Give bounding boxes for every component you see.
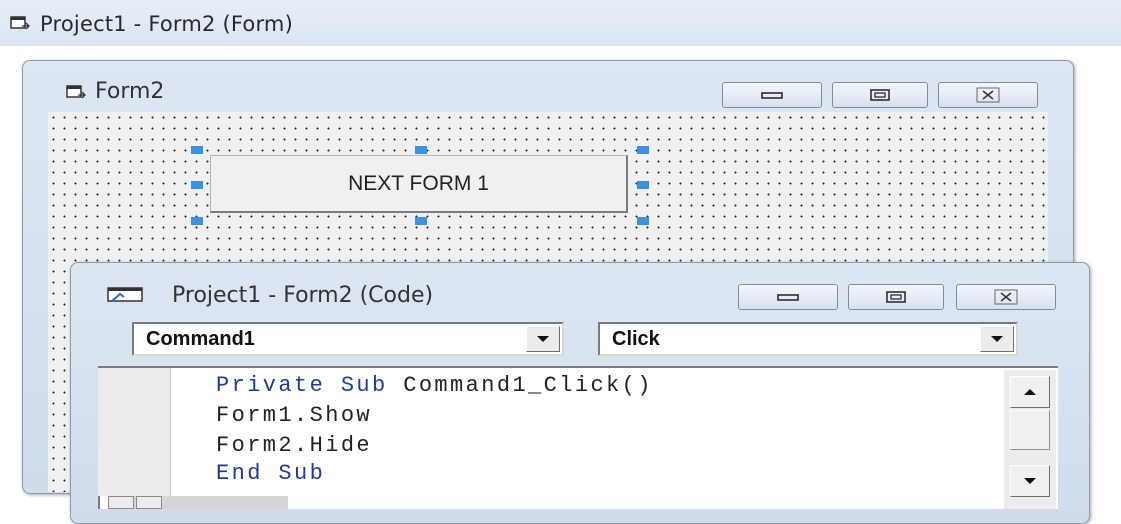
- code-keyword: Private Sub: [216, 373, 388, 398]
- code-maximize-button[interactable]: [848, 284, 944, 310]
- maximize-icon: [870, 89, 890, 101]
- form-maximize-button[interactable]: [832, 82, 928, 108]
- selection-handle[interactable]: [637, 217, 649, 225]
- selection-handle[interactable]: [637, 146, 649, 154]
- code-text: Command1_Click(): [387, 373, 653, 398]
- close-icon: [976, 87, 1000, 103]
- form-minimize-button[interactable]: [722, 82, 822, 108]
- scroll-up-icon: [1024, 389, 1036, 395]
- object-combo[interactable]: Command1: [132, 322, 564, 356]
- ide-window-title: Project1 - Form2 (Form): [40, 12, 293, 36]
- code-minimize-button[interactable]: [738, 284, 838, 310]
- minimize-icon: [777, 294, 799, 301]
- form-icon: [66, 84, 86, 99]
- full-module-view-button[interactable]: [136, 496, 162, 509]
- selection-handle[interactable]: [415, 217, 427, 225]
- form-window-title: Form2: [95, 79, 165, 104]
- ide-title-bar: Project1 - Form2 (Form): [0, 0, 1121, 46]
- code-line[interactable]: Form2.Hide: [216, 433, 372, 458]
- minimize-icon: [761, 92, 783, 99]
- code-keyword: End Sub: [216, 461, 326, 486]
- code-text: Form1.Show: [216, 403, 373, 428]
- dropdown-arrow-icon: [537, 336, 549, 342]
- code-window-title: Project1 - Form2 (Code): [172, 283, 434, 308]
- vertical-scrollbar[interactable]: [1004, 370, 1056, 509]
- procedure-combo-value: Click: [612, 328, 660, 350]
- code-margin: [98, 368, 171, 496]
- selection-handle[interactable]: [637, 181, 649, 189]
- scroll-thumb[interactable]: [1010, 410, 1050, 450]
- object-dropdown-button[interactable]: [526, 326, 560, 352]
- procedure-combo[interactable]: Click: [598, 322, 1018, 356]
- code-line[interactable]: Private Sub Command1_Click(): [216, 373, 653, 398]
- form-icon: [10, 15, 30, 30]
- dropdown-arrow-icon: [991, 336, 1003, 342]
- close-icon: [994, 289, 1018, 305]
- horizontal-scrollbar[interactable]: [108, 496, 288, 509]
- procedure-view-button[interactable]: [108, 496, 134, 509]
- selection-handle[interactable]: [191, 146, 203, 154]
- code-close-button[interactable]: [956, 284, 1056, 310]
- code-line[interactable]: End Sub: [216, 461, 325, 486]
- code-line[interactable]: Form1.Show: [216, 403, 372, 428]
- procedure-dropdown-button[interactable]: [980, 326, 1014, 352]
- scroll-down-button[interactable]: [1010, 465, 1050, 497]
- selection-handle[interactable]: [191, 217, 203, 225]
- selection-handle[interactable]: [415, 146, 427, 154]
- selection-handle[interactable]: [191, 181, 203, 189]
- code-text: Form2.Hide: [216, 433, 373, 458]
- command-button-next-form[interactable]: NEXT FORM 1: [210, 155, 628, 213]
- scroll-down-icon: [1024, 478, 1036, 484]
- object-combo-value: Command1: [146, 328, 255, 350]
- form-close-button[interactable]: [938, 82, 1038, 108]
- scroll-up-button[interactable]: [1010, 376, 1050, 408]
- maximize-icon: [886, 291, 906, 303]
- code-window-icon: [106, 286, 146, 304]
